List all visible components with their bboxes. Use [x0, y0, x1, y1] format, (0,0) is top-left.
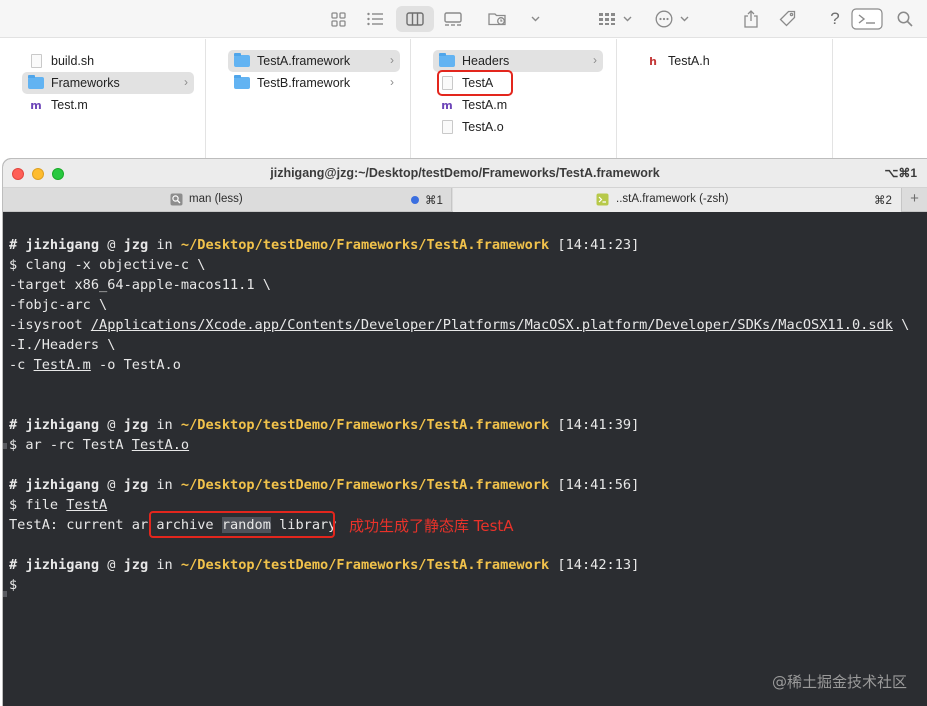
scroll-marker	[3, 443, 7, 449]
command-line: -c TestA.m -o TestA.o	[9, 357, 181, 373]
chevron-down-icon[interactable]	[528, 6, 542, 32]
activity-dot	[411, 196, 419, 204]
list-item[interactable]: m Test.m	[22, 94, 194, 116]
finder-column-1: build.sh Frameworks › m Test.m	[0, 39, 206, 169]
list-item[interactable]: m TestA.m	[433, 94, 603, 116]
file-name: TestA.framework	[257, 54, 351, 68]
list-view-icon[interactable]	[364, 6, 386, 32]
finder-column-3: Headers › TestA m TestA.m TestA.o	[411, 39, 617, 169]
tab-bar: man (less) ⌘1 ..stA.framework (-zsh) ⌘2 …	[3, 188, 927, 212]
m-file-icon: m	[30, 98, 42, 112]
tab-label: man (less)	[189, 193, 243, 205]
prompt-line: # jizhigang @ jzg in ~/Desktop/testDemo/…	[9, 237, 640, 253]
file-name: TestB.framework	[257, 76, 351, 90]
file-name: TestA.o	[462, 120, 504, 134]
list-item[interactable]: Frameworks ›	[22, 72, 194, 94]
list-item[interactable]: TestA.framework ›	[228, 50, 400, 72]
chevron-right-icon: ›	[390, 75, 394, 89]
tab-shortcut: ⌘2	[874, 195, 892, 207]
terminal-output[interactable]: # jizhigang @ jzg in ~/Desktop/testDemo/…	[3, 213, 927, 706]
file-name: Headers	[462, 54, 510, 68]
tab-label: ..stA.framework (-zsh)	[616, 193, 729, 205]
file-name: TestA.h	[668, 54, 710, 68]
annotation-text: 成功生成了静态库 TestA	[349, 517, 514, 535]
group-icon[interactable]	[596, 6, 618, 32]
file-name: build.sh	[51, 54, 95, 68]
watermark: @稀土掘金技术社区	[771, 673, 907, 691]
command-line: $ ar -rc TestA TestA.o	[9, 437, 190, 453]
tag-icon[interactable]	[777, 6, 799, 32]
tab-man-less[interactable]: man (less) ⌘1	[3, 188, 452, 212]
file-icon	[439, 120, 455, 134]
action-menu-icon[interactable]	[653, 6, 675, 32]
folder-action-icon[interactable]	[486, 6, 510, 32]
finder-columns: build.sh Frameworks › m Test.m TestA.fra…	[0, 39, 927, 169]
chevron-right-icon: ›	[593, 53, 597, 67]
command-line: $ clang -x objective-c \	[9, 257, 206, 273]
chevron-down-icon[interactable]	[620, 6, 634, 32]
chevron-right-icon: ›	[390, 53, 394, 67]
highlight-box	[149, 511, 335, 538]
folder-icon	[439, 53, 455, 68]
chevron-right-icon: ›	[184, 75, 188, 89]
grid-view-icon[interactable]	[328, 6, 348, 32]
terminal-tab-icon	[596, 193, 609, 209]
gallery-view-icon[interactable]	[441, 6, 465, 32]
folder-icon	[234, 53, 250, 68]
file-name: TestA.m	[462, 98, 508, 112]
file-name: Test.m	[51, 98, 88, 112]
terminal-window: jizhigang@jzg:~/Desktop/testDemo/Framewo…	[3, 159, 927, 706]
command-line: -fobjc-arc \	[9, 297, 108, 313]
terminal-icon[interactable]	[850, 6, 884, 32]
window-shortcut: ⌥⌘1	[884, 166, 917, 180]
list-item[interactable]: Headers ›	[433, 50, 603, 72]
list-item[interactable]: h TestA.h	[639, 50, 819, 72]
finder-toolbar: ?	[0, 0, 927, 38]
file-icon	[28, 54, 44, 68]
h-file-icon: h	[649, 54, 657, 68]
terminal-titlebar: jizhigang@jzg:~/Desktop/testDemo/Framewo…	[3, 159, 927, 188]
folder-icon	[28, 75, 44, 90]
finder-column-2: TestA.framework › TestB.framework ›	[206, 39, 411, 169]
tab-testa-framework[interactable]: ..stA.framework (-zsh) ⌘2	[453, 188, 901, 212]
search-icon[interactable]	[895, 6, 915, 32]
new-tab-button[interactable]: +	[901, 188, 927, 212]
m-file-icon: m	[441, 98, 453, 112]
finder-column-4: h TestA.h	[617, 39, 833, 169]
column-view-icon[interactable]	[396, 6, 434, 32]
magnifier-icon	[170, 193, 183, 209]
list-item[interactable]: TestB.framework ›	[228, 72, 400, 94]
command-line: -target x86_64-apple-macos11.1 \	[9, 277, 271, 293]
command-line: $	[9, 577, 18, 593]
folder-icon	[234, 75, 250, 90]
list-item[interactable]: TestA.o	[433, 116, 603, 138]
prompt-line: # jizhigang @ jzg in ~/Desktop/testDemo/…	[9, 477, 640, 493]
prompt-line: # jizhigang @ jzg in ~/Desktop/testDemo/…	[9, 417, 640, 433]
chevron-down-icon[interactable]	[677, 6, 691, 32]
command-line: -I./Headers \	[9, 337, 116, 353]
list-item[interactable]: build.sh	[22, 50, 194, 72]
command-line: -isysroot /Applications/Xcode.app/Conten…	[9, 317, 910, 333]
tab-shortcut: ⌘1	[425, 195, 443, 207]
highlight-box	[437, 70, 513, 96]
scroll-marker	[3, 591, 7, 597]
prompt-line: # jizhigang @ jzg in ~/Desktop/testDemo/…	[9, 557, 640, 573]
share-icon[interactable]	[741, 6, 761, 32]
window-title: jizhigang@jzg:~/Desktop/testDemo/Framewo…	[270, 166, 660, 180]
help-icon[interactable]: ?	[826, 6, 844, 32]
command-line: $ file TestA	[9, 497, 108, 513]
file-name: Frameworks	[51, 76, 120, 90]
